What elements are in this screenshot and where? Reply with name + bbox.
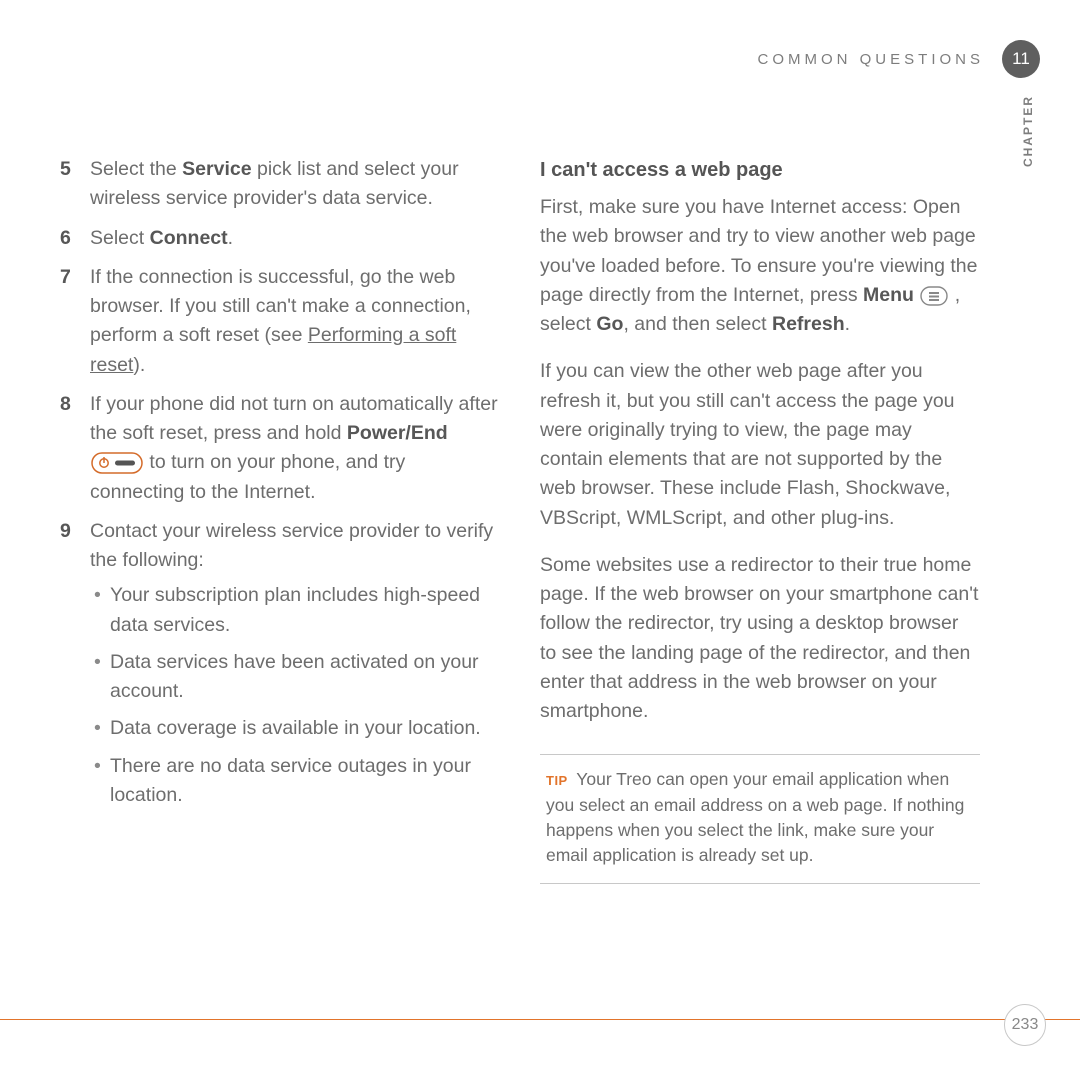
list-body: Select the Service pick list and select …: [90, 155, 500, 214]
list-body: Select Connect.: [90, 224, 500, 253]
list-number: 6: [60, 224, 90, 253]
list-number: 8: [60, 390, 90, 507]
list-body: If the connection is successful, go the …: [90, 263, 500, 380]
text: ).: [133, 354, 145, 376]
content-columns: 5 Select the Service pick list and selec…: [60, 155, 980, 980]
paragraph: First, make sure you have Internet acces…: [540, 193, 980, 339]
ui-term-menu: Menu: [863, 284, 914, 306]
bullet-sublist: Your subscription plan includes high-spe…: [90, 581, 500, 810]
text: .: [228, 227, 233, 249]
list-number: 7: [60, 263, 90, 380]
chapter-number-badge: 11: [1002, 40, 1040, 78]
page: COMMON QUESTIONS 11 CHAPTER 5 Select the…: [0, 0, 1080, 1080]
list-number: 9: [60, 517, 90, 818]
list-number: 5: [60, 155, 90, 214]
bullet-item: Data coverage is available in your locat…: [90, 714, 500, 743]
list-item-7: 7 If the connection is successful, go th…: [60, 263, 500, 380]
ui-term-power-end: Power/End: [347, 422, 448, 444]
ui-term-go: Go: [596, 313, 623, 335]
text: Select: [90, 227, 144, 249]
text: Select the: [90, 158, 177, 180]
tip-label: TIP: [546, 773, 568, 788]
list-body: If your phone did not turn on automatica…: [90, 390, 500, 507]
tip-callout: TIP Your Treo can open your email applic…: [540, 754, 980, 884]
chapter-number: 11: [1012, 49, 1030, 69]
text: , and then select: [623, 313, 766, 335]
list-item-6: 6 Select Connect.: [60, 224, 500, 253]
chapter-label: CHAPTER: [1021, 95, 1035, 167]
header-title: COMMON QUESTIONS: [757, 51, 984, 68]
numbered-list: 5 Select the Service pick list and selec…: [60, 155, 500, 818]
left-column: 5 Select the Service pick list and selec…: [60, 155, 500, 980]
page-header: COMMON QUESTIONS 11: [757, 40, 1040, 78]
page-number: 233: [1012, 1016, 1039, 1034]
right-column: I can't access a web page First, make su…: [540, 155, 980, 980]
paragraph: If you can view the other web page after…: [540, 357, 980, 533]
power-end-button-icon: [91, 452, 143, 474]
footer-divider: [0, 1019, 1080, 1020]
text: .: [845, 313, 850, 335]
section-heading: I can't access a web page: [540, 155, 980, 185]
list-item-9: 9 Contact your wireless service provider…: [60, 517, 500, 818]
list-item-8: 8 If your phone did not turn on automati…: [60, 390, 500, 507]
ui-term-service: Service: [182, 158, 251, 180]
bullet-item: Your subscription plan includes high-spe…: [90, 581, 500, 640]
tip-text: Your Treo can open your email applicatio…: [546, 769, 964, 865]
ui-term-refresh: Refresh: [772, 313, 845, 335]
list-body: Contact your wireless service provider t…: [90, 517, 500, 818]
ui-term-connect: Connect: [150, 227, 228, 249]
bullet-item: There are no data service outages in you…: [90, 752, 500, 811]
paragraph: Some websites use a redirector to their …: [540, 551, 980, 727]
menu-button-icon: [920, 286, 948, 306]
list-item-5: 5 Select the Service pick list and selec…: [60, 155, 500, 214]
text: Contact your wireless service provider t…: [90, 520, 493, 571]
bullet-item: Data services have been activated on you…: [90, 648, 500, 707]
page-number-badge: 233: [1004, 1004, 1046, 1046]
